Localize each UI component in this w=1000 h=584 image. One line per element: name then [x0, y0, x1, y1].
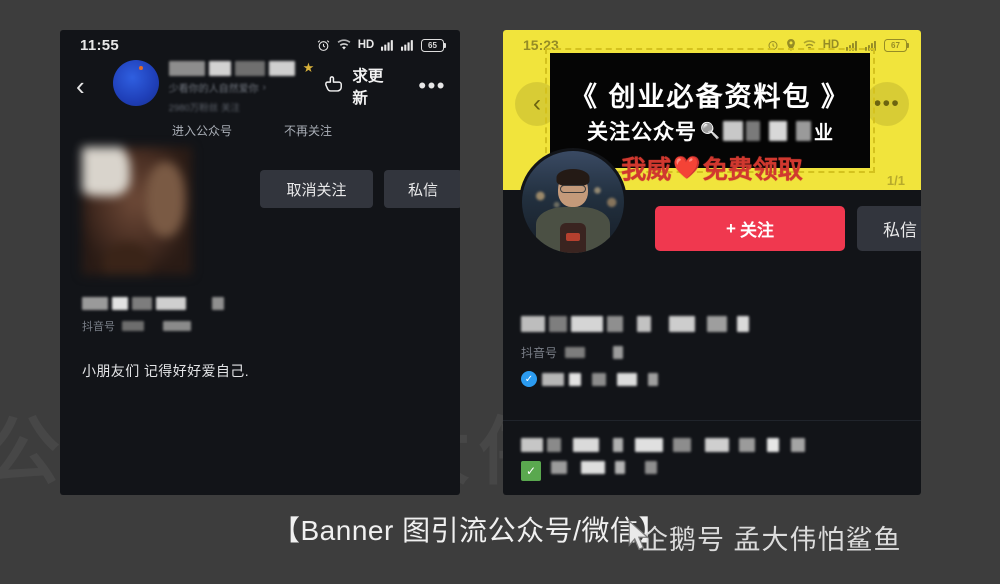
right-douyin-id-row: 抖音号	[521, 344, 921, 361]
sticker-follow-label: 关注公众号	[587, 121, 698, 144]
request-update-button[interactable]: 求更新	[324, 64, 396, 108]
mouse-cursor-icon	[628, 520, 650, 551]
left-action-buttons: 取消关注 私信 ▼	[260, 170, 460, 208]
avatar[interactable]	[519, 148, 627, 256]
chevron-right-icon: ›	[262, 82, 267, 93]
free-text-left: 我威	[621, 156, 672, 184]
profile-photo-blurred	[82, 147, 192, 275]
public-account-header[interactable]: ★ 少看你的人自然爱你 › 2980万粉丝 关注	[112, 58, 315, 114]
sticker-line-1: 《 创业必备资料包 》	[569, 82, 850, 112]
follow-label: 关注	[739, 221, 774, 240]
pointing-hand-icon	[324, 74, 345, 98]
caption-secondary: 企鹅号 孟大伟怕鲨鱼	[641, 525, 902, 555]
alarm-icon	[317, 39, 330, 52]
plus-icon: +	[726, 218, 736, 238]
green-check-icon: ✓	[521, 461, 541, 481]
public-account-followers: 2980万粉丝 关注	[168, 103, 240, 114]
unfollow-link[interactable]: 不再关注	[284, 122, 332, 139]
left-status-bar: 11:55 HD 65	[60, 30, 460, 60]
public-account-name: ★	[168, 60, 315, 76]
heart-icon: ❤️	[673, 155, 701, 180]
left-phone-screenshot: 11:55 HD 65 ‹ ★ 少看你的人自然爱你 › 2980万粉丝 关注 求…	[60, 30, 460, 495]
left-profile-section: 取消关注 私信 ▼ 抖音号 小朋友们 记得好好爱自己.	[60, 139, 460, 389]
left-post-caption: 小朋友们 记得好好爱自己.	[82, 363, 249, 379]
follow-button[interactable]: + 关注	[655, 206, 845, 251]
battery-icon: 65	[421, 38, 447, 52]
left-profile-name: 抖音号	[82, 297, 224, 334]
request-update-label: 求更新	[352, 68, 384, 107]
public-account-tagline: 少看你的人自然爱你 ›	[168, 82, 267, 95]
signal-icon	[401, 39, 414, 51]
screenshot-stage: 公众号：孟大伟 11:55 HD	[0, 0, 1000, 584]
verified-row: ✓	[521, 371, 921, 387]
magnifier-icon: 🔍	[700, 123, 720, 140]
verified-check-icon: ✓	[521, 371, 537, 387]
right-action-buttons: + 关注 私信	[655, 206, 921, 251]
right-profile-header: + 关注 私信	[503, 148, 921, 310]
direct-message-button[interactable]: 私信	[384, 170, 460, 208]
sticker-line-2: 关注公众号 🔍 业	[587, 116, 833, 146]
left-douyin-id-row: 抖音号	[82, 318, 224, 334]
public-account-avatar[interactable]	[112, 60, 159, 106]
caption-primary: 【Banner 图引流公众号/微信】	[272, 515, 667, 546]
left-top-bar: ‹ ★ 少看你的人自然爱你 › 2980万粉丝 关注 求更新 •••	[60, 58, 460, 114]
battery-level: 65	[428, 40, 437, 50]
enter-public-account-link[interactable]: 进入公众号	[172, 122, 232, 139]
direct-message-button[interactable]: 私信	[857, 206, 921, 251]
free-text-right: 免费领取	[702, 156, 803, 184]
right-profile-info: 抖音号 ✓ ✓	[503, 310, 921, 481]
battery-icon: 67	[884, 38, 910, 52]
hd-icon: HD	[357, 39, 374, 51]
sticker-tail: 业	[813, 122, 833, 144]
right-profile-name	[521, 316, 921, 332]
right-secondary-block: ✓	[521, 438, 805, 481]
right-phone-screenshot: 15:23 HD 67 ‹ ••• 1/1 《 创业必备资料包 》 关注公众号 …	[503, 30, 921, 495]
back-icon[interactable]: ‹	[76, 73, 85, 99]
signal-icon	[381, 39, 394, 51]
star-icon: ★	[302, 60, 315, 75]
left-status-time: 11:55	[80, 36, 120, 54]
public-account-links: 进入公众号 不再关注	[60, 112, 460, 139]
more-dots-icon[interactable]: •••	[418, 75, 446, 97]
douyin-label: 抖音号	[82, 321, 115, 333]
unfollow-button[interactable]: 取消关注	[260, 170, 373, 208]
caption-bar: 【Banner 图引流公众号/微信】 企鹅号 孟大伟怕鲨鱼	[0, 500, 1000, 584]
section-divider	[503, 420, 921, 421]
wifi-icon	[337, 39, 351, 51]
douyin-label: 抖音号	[521, 346, 558, 360]
battery-level: 67	[891, 40, 900, 50]
